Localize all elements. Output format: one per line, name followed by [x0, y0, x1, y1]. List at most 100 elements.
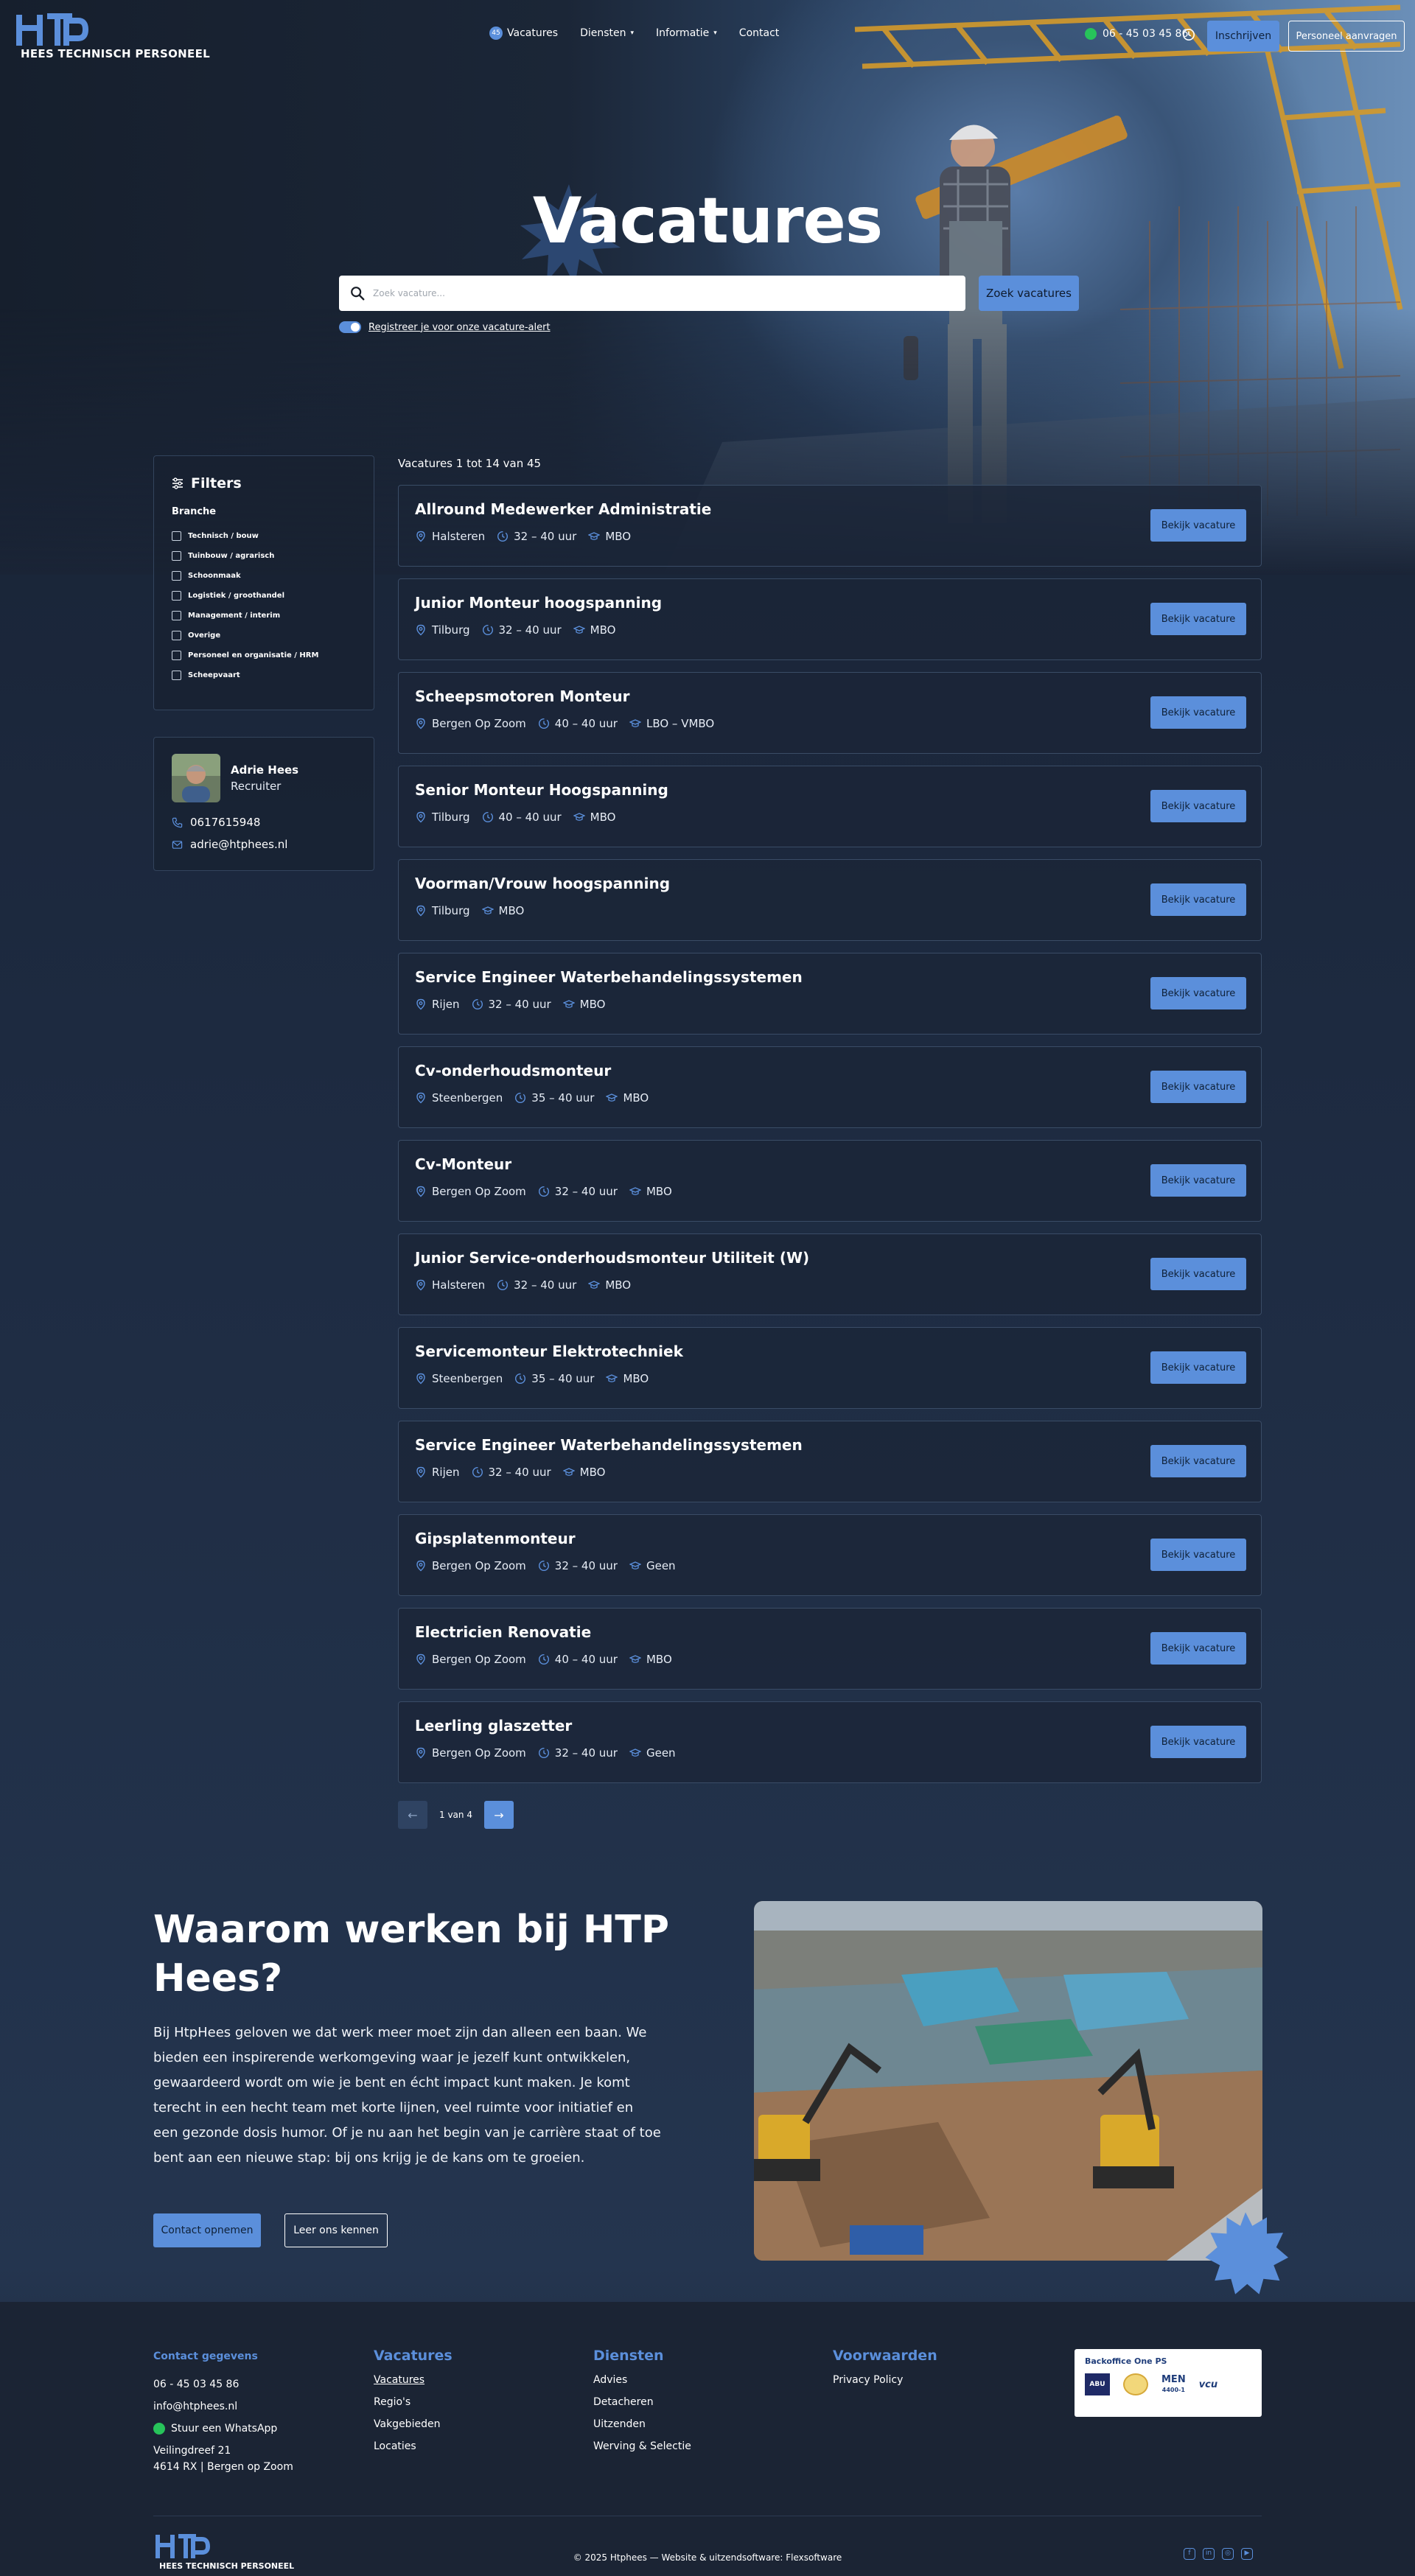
vacancy-title[interactable]: Junior Service-onderhoudsmonteur Utilite…	[415, 1249, 809, 1267]
vacancy-title[interactable]: Junior Monteur hoogspanning	[415, 594, 662, 612]
vacancy-card[interactable]: Scheepsmotoren Monteur Bergen Op Zoom 40 –…	[398, 672, 1262, 754]
bekijk-vacature-button[interactable]: Bekijk vacature	[1150, 1164, 1246, 1197]
footer-link-vakgebieden[interactable]: Vakgebieden	[374, 2418, 453, 2430]
linkedin-icon[interactable]: in	[1203, 2548, 1215, 2560]
bekijk-vacature-button[interactable]: Bekijk vacature	[1150, 1071, 1246, 1103]
vacancy-card[interactable]: Service Engineer Waterbehandelingssystem…	[398, 953, 1262, 1035]
footer-link-privacy[interactable]: Privacy Policy	[833, 2374, 937, 2386]
bekijk-vacature-button[interactable]: Bekijk vacature	[1150, 790, 1246, 822]
bekijk-vacature-button[interactable]: Bekijk vacature	[1150, 603, 1246, 635]
nav-contact[interactable]: Contact	[739, 27, 779, 39]
contact-button[interactable]: Contact opnemen	[153, 2213, 261, 2247]
header-phone[interactable]: 06 - 45 03 45 86	[1085, 28, 1188, 40]
footer-phone[interactable]: 06 - 45 03 45 86	[153, 2379, 293, 2390]
facebook-icon[interactable]: f	[1184, 2548, 1195, 2560]
bekijk-vacature-button[interactable]: Bekijk vacature	[1150, 1258, 1246, 1290]
vacancy-location: Rijen	[415, 1466, 460, 1479]
vacancy-card[interactable]: Cv-onderhoudsmonteur Steenbergen 35 – 40 u…	[398, 1046, 1262, 1128]
checkbox[interactable]	[172, 671, 181, 680]
footer-link-advies[interactable]: Advies	[593, 2374, 691, 2386]
checkbox[interactable]	[172, 611, 181, 620]
search-button[interactable]: Zoek vacatures	[979, 276, 1079, 311]
bekijk-vacature-button[interactable]: Bekijk vacature	[1150, 1351, 1246, 1384]
branche-option[interactable]: Logistiek / groothandel	[172, 586, 356, 606]
alert-toggle[interactable]	[339, 321, 361, 333]
checkbox[interactable]	[172, 571, 181, 581]
vacancy-title[interactable]: Gipsplatenmonteur	[415, 1530, 576, 1547]
vacancy-card[interactable]: Senior Monteur Hoogspanning Tilburg 40 – 4…	[398, 766, 1262, 847]
branche-option[interactable]: Tuinbouw / agrarisch	[172, 546, 356, 566]
recruiter-role: Recruiter	[231, 780, 282, 793]
bekijk-vacature-button[interactable]: Bekijk vacature	[1150, 1632, 1246, 1665]
branche-option[interactable]: Scheepvaart	[172, 665, 356, 685]
vacancy-title[interactable]: Service Engineer Waterbehandelingssystem…	[415, 1436, 803, 1454]
vacancy-title[interactable]: Senior Monteur Hoogspanning	[415, 781, 668, 799]
vacancy-title[interactable]: Scheepsmotoren Monteur	[415, 687, 629, 705]
vacancy-level: Geen	[629, 1746, 676, 1760]
checkbox[interactable]	[172, 591, 181, 601]
instagram-icon[interactable]: ◎	[1222, 2548, 1234, 2560]
vacancy-title[interactable]: Voorman/Vrouw hoogspanning	[415, 875, 670, 892]
clock-icon	[538, 1653, 549, 1665]
vacancy-title[interactable]: Electricien Renovatie	[415, 1623, 591, 1641]
vacancy-card[interactable]: Cv-Monteur Bergen Op Zoom 32 – 40 uur MBO Be…	[398, 1140, 1262, 1222]
next-page-button[interactable]: →	[483, 1801, 514, 1829]
branche-option[interactable]: Overige	[172, 626, 356, 645]
footer-link-detacheren[interactable]: Detacheren	[593, 2396, 691, 2408]
branche-option[interactable]: Schoonmaak	[172, 566, 356, 586]
personeel-aanvragen-button[interactable]: Personeel aanvragen	[1288, 21, 1405, 52]
vacancy-card[interactable]: Junior Service-onderhoudsmonteur Utilite…	[398, 1233, 1262, 1315]
vacancy-title[interactable]: Leerling glaszetter	[415, 1717, 572, 1735]
footer-email[interactable]: info@htphees.nl	[153, 2401, 293, 2412]
footer-whatsapp[interactable]: Stuur een WhatsApp	[153, 2423, 293, 2435]
footer-link-vacatures[interactable]: Vacatures	[374, 2374, 453, 2386]
vacancy-card[interactable]: Junior Monteur hoogspanning Tilburg 32 – 4…	[398, 578, 1262, 660]
clock-icon[interactable]	[1182, 28, 1195, 41]
vacancy-title[interactable]: Allround Medewerker Administratie	[415, 500, 711, 518]
leer-ons-kennen-button[interactable]: Leer ons kennen	[284, 2213, 388, 2247]
branche-option[interactable]: Technisch / bouw	[172, 526, 356, 546]
footer-link-werving[interactable]: Werving & Selectie	[593, 2440, 691, 2452]
vacancy-card[interactable]: Gipsplatenmonteur Bergen Op Zoom 32 – 40 u…	[398, 1514, 1262, 1596]
bekijk-vacature-button[interactable]: Bekijk vacature	[1150, 1445, 1246, 1477]
checkbox[interactable]	[172, 531, 181, 541]
vacancy-card[interactable]: Leerling glaszetter Bergen Op Zoom 32 – 40…	[398, 1701, 1262, 1783]
bekijk-vacature-button[interactable]: Bekijk vacature	[1150, 977, 1246, 1009]
vacancy-card[interactable]: Voorman/Vrouw hoogspanning Tilburg MBO Beki…	[398, 859, 1262, 941]
vacancy-card[interactable]: Allround Medewerker Administratie Halster…	[398, 485, 1262, 567]
nav-informatie[interactable]: Informatie ▾	[656, 27, 717, 39]
search-input[interactable]	[373, 288, 965, 298]
vacancy-title[interactable]: Cv-onderhoudsmonteur	[415, 1062, 611, 1079]
recruiter-email[interactable]: adrie@htphees.nl	[172, 838, 356, 851]
vacancy-title[interactable]: Cv-Monteur	[415, 1155, 511, 1173]
prev-page-button[interactable]: ←	[398, 1801, 427, 1829]
bekijk-vacature-button[interactable]: Bekijk vacature	[1150, 1726, 1246, 1758]
vacancy-card[interactable]: Servicemonteur Elektrotechniek Steenberge…	[398, 1327, 1262, 1409]
pagination: ← 1 van 4 →	[398, 1801, 514, 1829]
checkbox[interactable]	[172, 651, 181, 660]
youtube-icon[interactable]: ▶	[1241, 2548, 1253, 2560]
nav-diensten[interactable]: Diensten ▾	[580, 27, 634, 39]
bekijk-vacature-button[interactable]: Bekijk vacature	[1150, 883, 1246, 916]
search-box[interactable]	[339, 276, 965, 311]
vacancy-card[interactable]: Service Engineer Waterbehandelingssystem…	[398, 1421, 1262, 1502]
recruiter-phone[interactable]: 0617615948	[172, 816, 356, 829]
vacancy-title[interactable]: Servicemonteur Elektrotechniek	[415, 1343, 683, 1360]
footer-link-uitzenden[interactable]: Uitzenden	[593, 2418, 691, 2430]
checkbox[interactable]	[172, 631, 181, 640]
nav-vacatures[interactable]: 45 Vacatures	[489, 27, 558, 40]
checkbox[interactable]	[172, 551, 181, 561]
footer-link-locaties[interactable]: Locaties	[374, 2440, 453, 2452]
footer-link-regios[interactable]: Regio's	[374, 2396, 453, 2408]
branche-option-label: Technisch / bouw	[188, 532, 259, 540]
branche-option[interactable]: Management / interim	[172, 606, 356, 626]
vacancy-card[interactable]: Electricien Renovatie Bergen Op Zoom 40 – …	[398, 1608, 1262, 1690]
alert-link[interactable]: Registreer je voor onze vacature-alert	[368, 322, 551, 333]
bekijk-vacature-button[interactable]: Bekijk vacature	[1150, 509, 1246, 542]
vacancy-title[interactable]: Service Engineer Waterbehandelingssystem…	[415, 968, 803, 986]
branche-option[interactable]: Personeel en organisatie / HRM	[172, 645, 356, 665]
vacancy-hours: 32 – 40 uur	[538, 1559, 618, 1572]
bekijk-vacature-button[interactable]: Bekijk vacature	[1150, 1539, 1246, 1571]
bekijk-vacature-button[interactable]: Bekijk vacature	[1150, 696, 1246, 729]
inschrijven-button[interactable]: Inschrijven	[1207, 21, 1279, 52]
